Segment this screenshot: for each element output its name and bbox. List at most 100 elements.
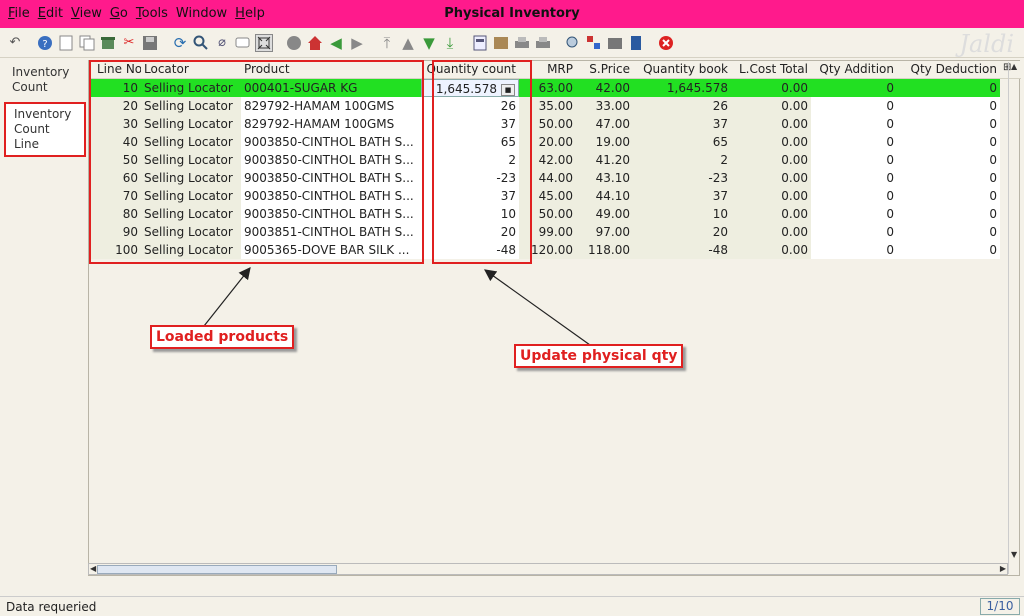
- qty-addition-cell[interactable]: 0: [811, 187, 897, 205]
- refresh-icon[interactable]: ⟳: [171, 34, 189, 52]
- first-record-icon[interactable]: ⤒: [378, 34, 396, 52]
- lcost-total-cell: 0.00: [731, 241, 811, 259]
- request-icon[interactable]: [585, 34, 603, 52]
- qty-deduction-cell[interactable]: 0: [897, 79, 1000, 97]
- sprice-cell: 118.00: [576, 241, 633, 259]
- qty-addition-cell[interactable]: 0: [811, 115, 897, 133]
- qty-addition-cell[interactable]: 0: [811, 205, 897, 223]
- column-header-qty-addition[interactable]: Qty Addition: [811, 61, 897, 78]
- help-icon[interactable]: ?: [36, 34, 54, 52]
- scroll-left-icon[interactable]: ◀: [90, 564, 96, 573]
- loaded-products-label: Loaded products: [150, 325, 295, 349]
- sprice-cell: 44.10: [576, 187, 633, 205]
- horizontal-scroll-thumb[interactable]: [97, 565, 337, 574]
- menu-help[interactable]: Help: [231, 6, 269, 21]
- toolbar: ↶ ? ✂ ⟳ ⌀ ◀ ▶ ⤒ ▲ ▼ ⤓: [0, 28, 1024, 58]
- qty-deduction-cell[interactable]: 0: [897, 223, 1000, 241]
- lcost-total-cell: 0.00: [731, 97, 811, 115]
- quantity-book-cell: 1,645.578: [633, 79, 731, 97]
- update-physical-qty-label: Update physical qty: [514, 344, 684, 368]
- qty-addition-cell[interactable]: 0: [811, 241, 897, 259]
- quantity-book-cell: 20: [633, 223, 731, 241]
- lcost-total-cell: 0.00: [731, 223, 811, 241]
- column-header-quantity-book[interactable]: Quantity book: [633, 61, 731, 78]
- svg-text:?: ?: [42, 39, 47, 50]
- undo-icon[interactable]: ↶: [6, 34, 24, 52]
- chat-icon[interactable]: [234, 34, 252, 52]
- last-record-icon[interactable]: ⤓: [441, 34, 459, 52]
- qty-addition-cell[interactable]: 0: [811, 169, 897, 187]
- quantity-book-cell: -23: [633, 169, 731, 187]
- qty-addition-cell[interactable]: 0: [811, 133, 897, 151]
- qty-addition-cell[interactable]: 0: [811, 223, 897, 241]
- quantity-book-cell: 2: [633, 151, 731, 169]
- workflow-icon[interactable]: [606, 34, 624, 52]
- sprice-cell: 97.00: [576, 223, 633, 241]
- lcost-total-cell: 0.00: [731, 115, 811, 133]
- history-icon[interactable]: [285, 34, 303, 52]
- find-icon[interactable]: [192, 34, 210, 52]
- column-header-lcost-total[interactable]: L.Cost Total: [731, 61, 811, 78]
- tab-inventory-count-line[interactable]: Inventory Count Line: [4, 102, 86, 157]
- lcost-total-cell: 0.00: [731, 169, 811, 187]
- loaded-products-highlight: [89, 60, 424, 264]
- qty-deduction-cell[interactable]: 0: [897, 205, 1000, 223]
- delete-icon[interactable]: ✂: [120, 34, 138, 52]
- horizontal-scrollbar[interactable]: ◀ ▶: [88, 563, 1008, 575]
- zoom-across-icon[interactable]: [564, 34, 582, 52]
- sprice-cell: 41.20: [576, 151, 633, 169]
- menu-bar: File Edit View Go Tools Window Help: [4, 6, 269, 21]
- qty-deduction-cell[interactable]: 0: [897, 97, 1000, 115]
- sprice-cell: 47.00: [576, 115, 633, 133]
- qty-deduction-cell[interactable]: 0: [897, 241, 1000, 259]
- scroll-right-icon[interactable]: ▶: [1000, 564, 1006, 573]
- sprice-cell: 42.00: [576, 79, 633, 97]
- previous-record-icon[interactable]: ▲: [399, 34, 417, 52]
- new-record-icon[interactable]: [57, 34, 75, 52]
- qty-addition-cell[interactable]: 0: [811, 79, 897, 97]
- qty-deduction-cell[interactable]: 0: [897, 115, 1000, 133]
- qty-deduction-cell[interactable]: 0: [897, 187, 1000, 205]
- home-icon[interactable]: [306, 34, 324, 52]
- qty-addition-cell[interactable]: 0: [811, 97, 897, 115]
- qty-deduction-cell[interactable]: 0: [897, 133, 1000, 151]
- report-icon[interactable]: [471, 34, 489, 52]
- print-icon[interactable]: [534, 34, 552, 52]
- record-counter[interactable]: 1/10: [980, 598, 1020, 615]
- status-message: Data requeried: [6, 600, 97, 614]
- menu-go[interactable]: Go: [106, 6, 132, 21]
- save-icon[interactable]: [141, 34, 159, 52]
- quantity-count-highlight: [432, 60, 532, 264]
- ignore-icon[interactable]: [99, 34, 117, 52]
- quantity-book-cell: 65: [633, 133, 731, 151]
- tab-list: Inventory Count Inventory Count Line: [4, 62, 86, 157]
- qty-deduction-cell[interactable]: 0: [897, 169, 1000, 187]
- scroll-down-icon[interactable]: ▼: [1011, 550, 1017, 559]
- archive-icon[interactable]: [492, 34, 510, 52]
- next-record-icon[interactable]: ▼: [420, 34, 438, 52]
- close-icon[interactable]: [657, 34, 675, 52]
- column-header-sprice[interactable]: S.Price: [576, 61, 633, 78]
- quantity-book-cell: 37: [633, 187, 731, 205]
- menu-edit[interactable]: Edit: [34, 6, 67, 21]
- print-preview-icon[interactable]: [513, 34, 531, 52]
- qty-addition-cell[interactable]: 0: [811, 151, 897, 169]
- forward-icon[interactable]: ▶: [348, 34, 366, 52]
- vertical-scrollbar[interactable]: ▲ ▼: [1008, 62, 1020, 574]
- copy-record-icon[interactable]: [78, 34, 96, 52]
- qty-deduction-cell[interactable]: 0: [897, 151, 1000, 169]
- title-bar: Physical Inventory File Edit View Go Too…: [0, 0, 1024, 28]
- tab-inventory-count[interactable]: Inventory Count: [4, 62, 86, 98]
- sprice-cell: 49.00: [576, 205, 633, 223]
- attachment-icon[interactable]: ⌀: [213, 34, 231, 52]
- product-info-icon[interactable]: [627, 34, 645, 52]
- back-icon[interactable]: ◀: [327, 34, 345, 52]
- menu-view[interactable]: View: [67, 6, 106, 21]
- menu-tools[interactable]: Tools: [132, 6, 172, 21]
- scroll-up-icon[interactable]: ▲: [1011, 62, 1017, 71]
- menu-file[interactable]: File: [4, 6, 34, 21]
- menu-window[interactable]: Window: [172, 6, 231, 21]
- sprice-cell: 33.00: [576, 97, 633, 115]
- grid-toggle-icon[interactable]: [255, 33, 273, 52]
- column-header-qty-deduction[interactable]: Qty Deduction: [897, 61, 1000, 78]
